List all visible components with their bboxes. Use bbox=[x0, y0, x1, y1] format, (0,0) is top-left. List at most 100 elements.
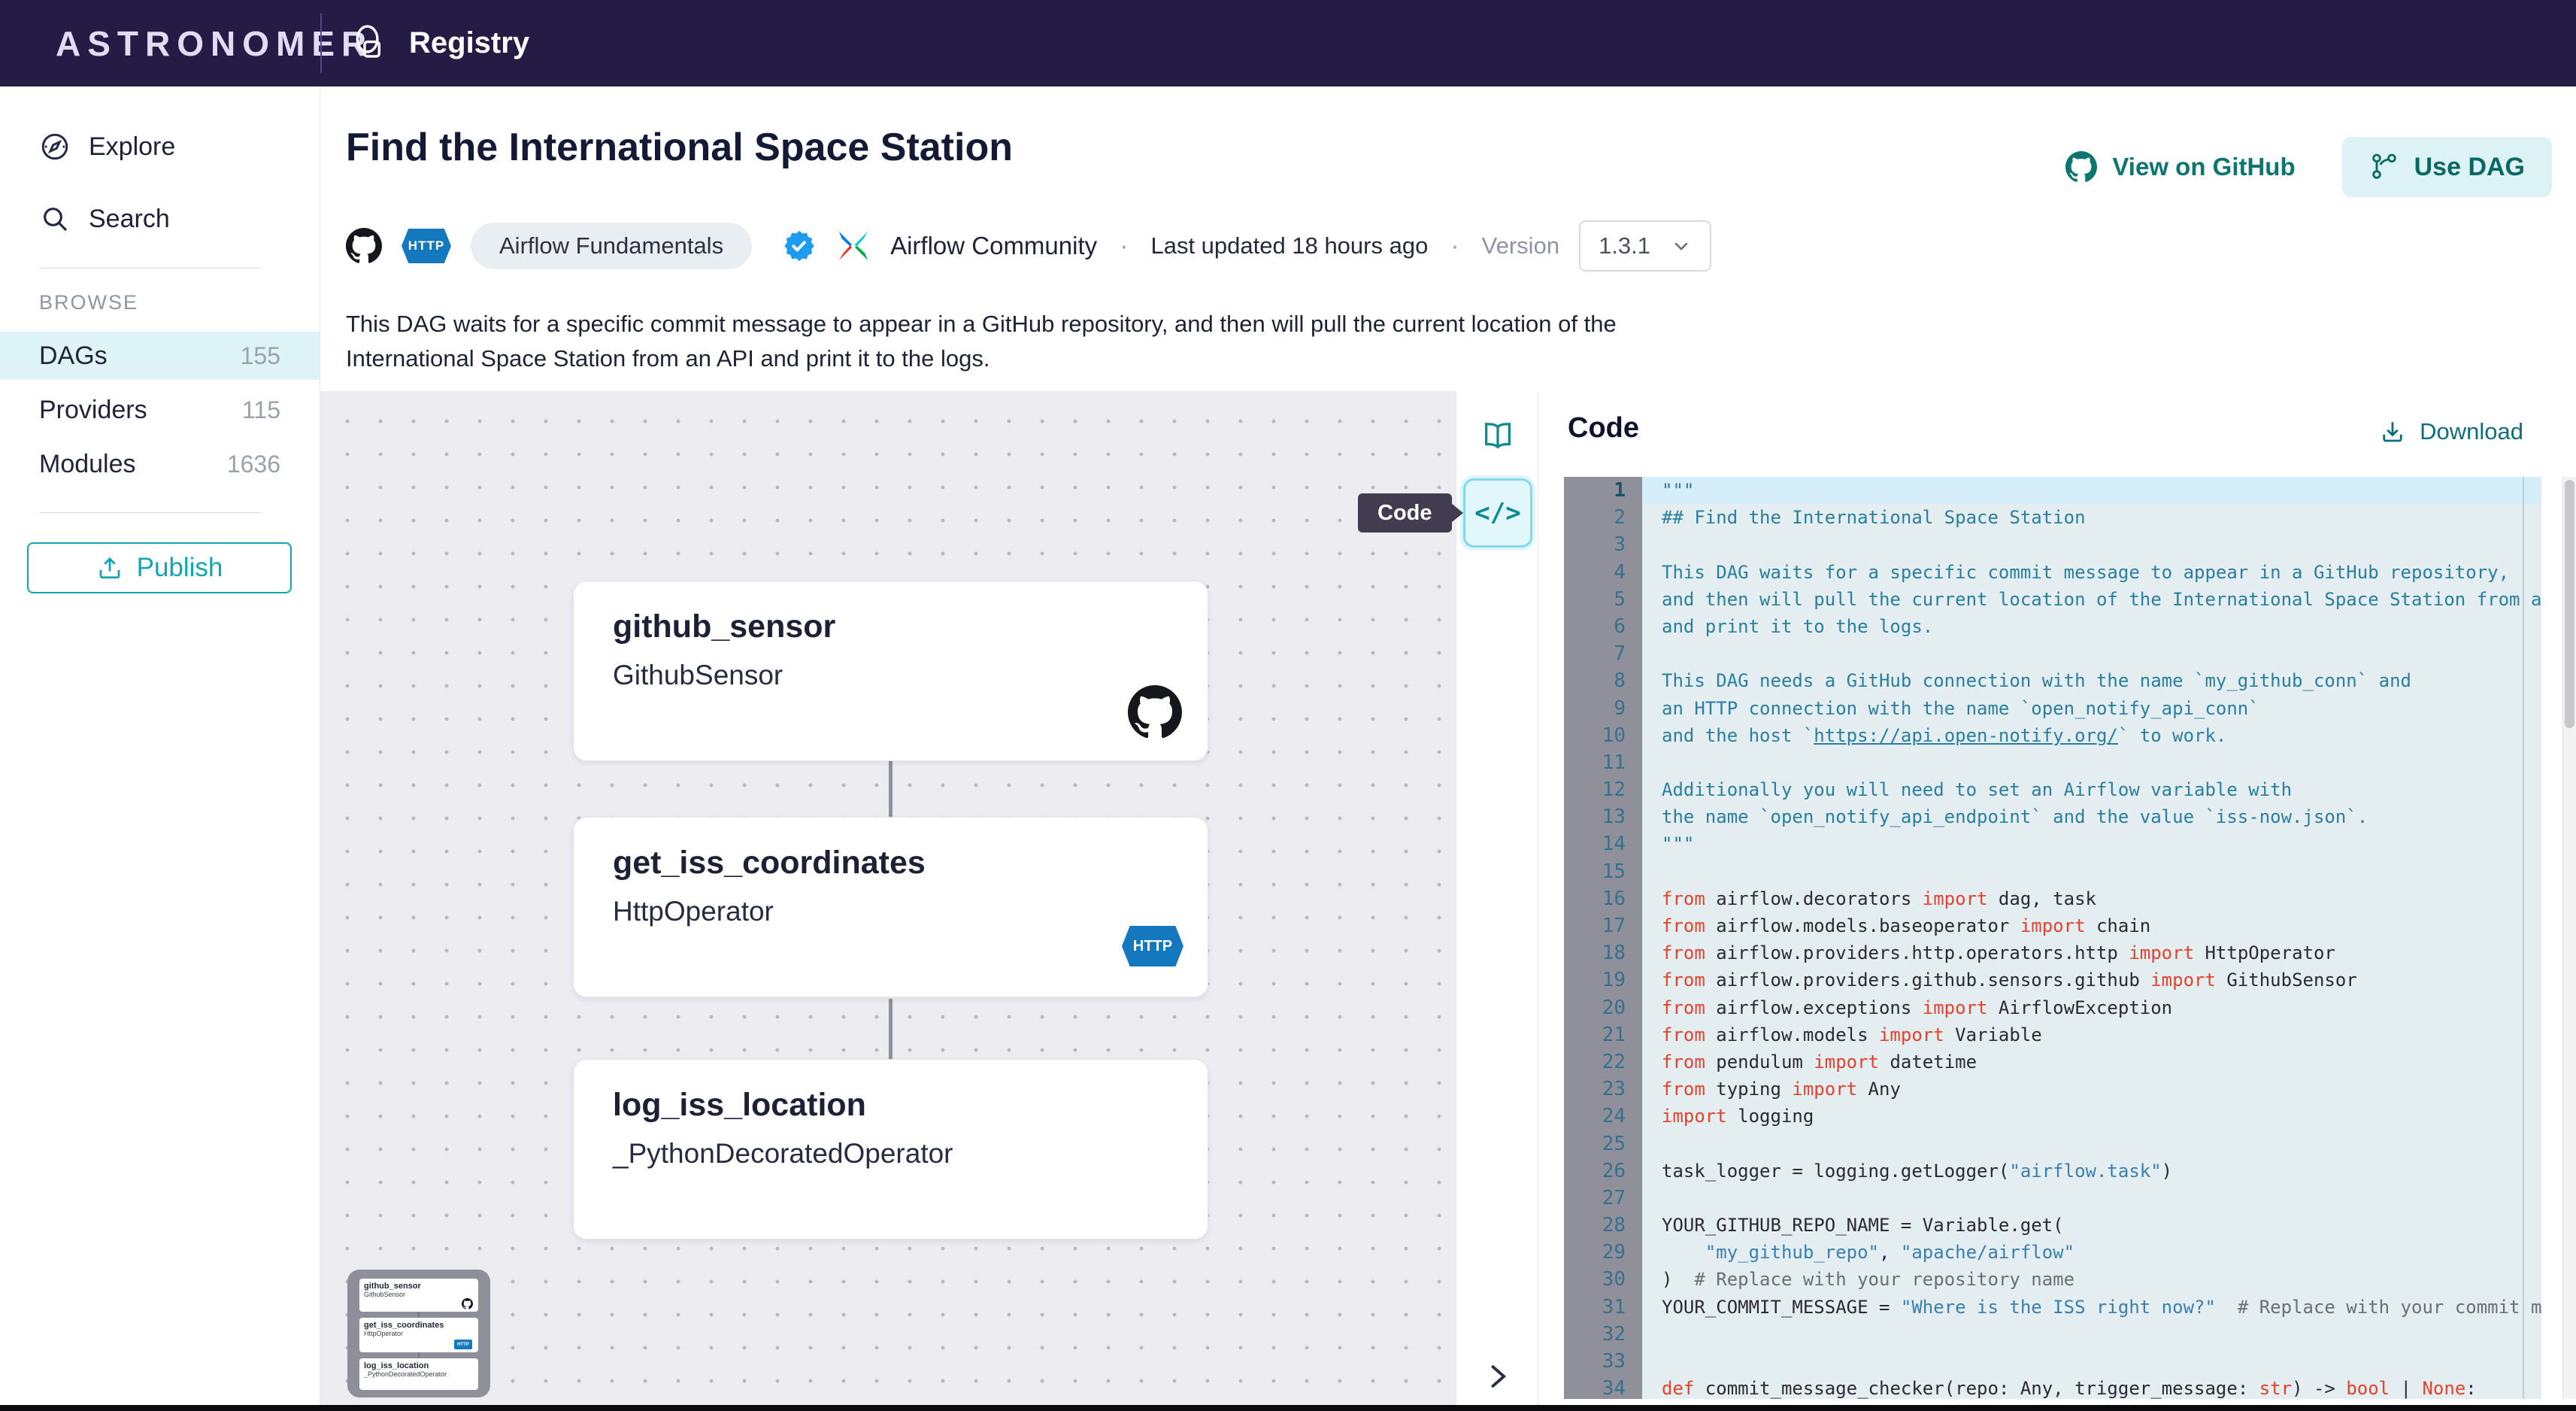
line-number: 11 bbox=[1564, 749, 1642, 776]
collapse-panel-button[interactable] bbox=[1477, 1357, 1517, 1396]
verified-badge-icon bbox=[782, 229, 817, 263]
code-line: 20from airflow.exceptions import Airflow… bbox=[1564, 994, 2576, 1021]
upload-icon bbox=[96, 554, 123, 581]
code-line: 2## Find the International Space Station bbox=[1564, 504, 2576, 531]
code-scrollbar[interactable] bbox=[2562, 477, 2576, 1399]
code-line: 7 bbox=[1564, 640, 2576, 667]
code-line: 8This DAG needs a GitHub connection with… bbox=[1564, 667, 2576, 694]
line-number: 13 bbox=[1564, 803, 1642, 830]
view-on-github-label: View on GitHub bbox=[2112, 153, 2295, 181]
line-number: 8 bbox=[1564, 667, 1642, 694]
code-tooltip-label: Code bbox=[1377, 501, 1432, 526]
task-id: get_iss_coordinates bbox=[613, 845, 926, 881]
download-label: Download bbox=[2420, 418, 2523, 445]
code-line: 22from pendulum import datetime bbox=[1564, 1048, 2576, 1076]
scrollbar-thumb[interactable] bbox=[2565, 480, 2574, 728]
line-number: 5 bbox=[1564, 586, 1642, 613]
airflow-logo-icon bbox=[836, 229, 871, 263]
minimap-node: get_iss_coordinates HttpOperator HTTP bbox=[359, 1318, 478, 1352]
code-line: 30) # Replace with your repository name bbox=[1564, 1266, 2576, 1293]
sidebar-item-explore[interactable]: Explore bbox=[0, 126, 320, 168]
code-panel: Code Download 1"""2## Find the Internati… bbox=[1539, 391, 2576, 1405]
code-line: 25 bbox=[1564, 1130, 2576, 1158]
line-number: 26 bbox=[1564, 1158, 1642, 1185]
code-line: 32 bbox=[1564, 1321, 2576, 1348]
line-number: 14 bbox=[1564, 830, 1642, 857]
code-panel-title: Code bbox=[1568, 412, 1639, 445]
code-line: 17from airflow.models.baseoperator impor… bbox=[1564, 912, 2576, 939]
browse-item-label: DAGs bbox=[39, 341, 108, 371]
dag-node-log-iss-location[interactable]: log_iss_location _PythonDecoratedOperato… bbox=[573, 1059, 1208, 1240]
code-line: 10and the host `https://api.open-notify.… bbox=[1564, 722, 2576, 749]
line-number: 4 bbox=[1564, 559, 1642, 586]
github-icon bbox=[462, 1298, 473, 1309]
operator-name: _PythonDecoratedOperator bbox=[613, 1138, 953, 1170]
astronomer-logo[interactable]: ASTRONOMER bbox=[56, 0, 373, 86]
line-number: 20 bbox=[1564, 994, 1642, 1021]
line-number: 25 bbox=[1564, 1130, 1642, 1158]
sidebar-item-providers[interactable]: Providers 115 bbox=[0, 386, 320, 434]
sidebar-divider bbox=[39, 268, 262, 269]
dag-meta-row: HTTP Airflow Fundamentals Airflow Commun… bbox=[346, 221, 1711, 271]
dag-description: This DAG waits for a specific commit mes… bbox=[346, 307, 1617, 376]
minimap[interactable]: github_sensor GithubSensor get_iss_coord… bbox=[347, 1270, 490, 1397]
line-number: 6 bbox=[1564, 613, 1642, 640]
code-line: 18from airflow.providers.http.operators.… bbox=[1564, 939, 2576, 966]
navbar-divider bbox=[320, 14, 322, 73]
browse-item-count: 115 bbox=[242, 396, 280, 424]
code-line: 23from typing import Any bbox=[1564, 1076, 2576, 1103]
code-line: 9an HTTP connection with the name `open_… bbox=[1564, 695, 2576, 722]
line-number: 34 bbox=[1564, 1375, 1642, 1399]
registry-icon bbox=[347, 22, 391, 65]
code-tab-button[interactable]: </> bbox=[1463, 478, 1532, 548]
code-line: 5and then will pull the current location… bbox=[1564, 586, 2576, 613]
sidebar-item-dags[interactable]: DAGs 155 bbox=[0, 332, 320, 380]
version-dropdown[interactable]: 1.3.1 bbox=[1579, 220, 1711, 272]
use-dag-label: Use DAG bbox=[2414, 153, 2525, 182]
sidebar-item-modules[interactable]: Modules 1636 bbox=[0, 440, 320, 488]
line-number: 3 bbox=[1564, 531, 1642, 558]
code-line: 6and print it to the logs. bbox=[1564, 613, 2576, 640]
browse-item-label: Providers bbox=[39, 396, 147, 425]
search-icon bbox=[39, 203, 71, 235]
code-line: 21from airflow.models import Variable bbox=[1564, 1021, 2576, 1048]
author-name[interactable]: Airflow Community bbox=[890, 232, 1097, 260]
dag-graph-canvas[interactable]: github_sensor GithubSensor get_iss_coord… bbox=[320, 391, 1456, 1405]
browse-item-count: 155 bbox=[241, 342, 280, 370]
dag-node-github-sensor[interactable]: github_sensor GithubSensor bbox=[573, 581, 1208, 761]
github-source-icon bbox=[346, 228, 382, 264]
code-viewer[interactable]: 1"""2## Find the International Space Sta… bbox=[1564, 477, 2576, 1399]
top-navbar: ASTRONOMER Registry bbox=[0, 0, 2576, 86]
line-number: 33 bbox=[1564, 1348, 1642, 1375]
code-tooltip: Code bbox=[1358, 493, 1452, 533]
line-number: 9 bbox=[1564, 695, 1642, 722]
dag-node-get-iss-coordinates[interactable]: get_iss_coordinates HttpOperator HTTP bbox=[573, 817, 1208, 997]
line-number: 15 bbox=[1564, 858, 1642, 885]
line-number: 29 bbox=[1564, 1239, 1642, 1266]
publish-button[interactable]: Publish bbox=[27, 542, 292, 593]
line-number: 7 bbox=[1564, 640, 1642, 667]
code-line: 31YOUR_COMMIT_MESSAGE = "Where is the IS… bbox=[1564, 1294, 2576, 1321]
registry-home-link[interactable]: Registry bbox=[347, 0, 529, 86]
operator-name: HttpOperator bbox=[613, 896, 774, 927]
line-number: 12 bbox=[1564, 776, 1642, 803]
category-tag[interactable]: Airflow Fundamentals bbox=[471, 223, 752, 269]
code-lines: 1"""2## Find the International Space Sta… bbox=[1564, 477, 2576, 1399]
code-line: 12Additionally you will need to set an A… bbox=[1564, 776, 2576, 803]
line-number: 23 bbox=[1564, 1076, 1642, 1103]
panel-toolstrip: </> bbox=[1456, 391, 1538, 1405]
line-number: 2 bbox=[1564, 504, 1642, 531]
operator-name: GithubSensor bbox=[613, 660, 783, 691]
readme-tab-button[interactable] bbox=[1480, 418, 1516, 454]
use-dag-button[interactable]: Use DAG bbox=[2342, 137, 2552, 197]
view-on-github-link[interactable]: View on GitHub bbox=[2065, 151, 2295, 183]
code-line: 26task_logger = logging.getLogger("airfl… bbox=[1564, 1158, 2576, 1185]
code-line: 27 bbox=[1564, 1185, 2576, 1212]
browse-item-label: Modules bbox=[39, 450, 136, 479]
task-id: log_iss_location bbox=[613, 1087, 866, 1124]
page-title: Find the International Space Station bbox=[346, 125, 1013, 170]
last-updated: Last updated 18 hours ago bbox=[1150, 232, 1428, 259]
header-actions: View on GitHub Use DAG bbox=[2065, 137, 2552, 197]
download-button[interactable]: Download bbox=[2379, 418, 2523, 445]
sidebar-item-search[interactable]: Search bbox=[0, 198, 320, 240]
